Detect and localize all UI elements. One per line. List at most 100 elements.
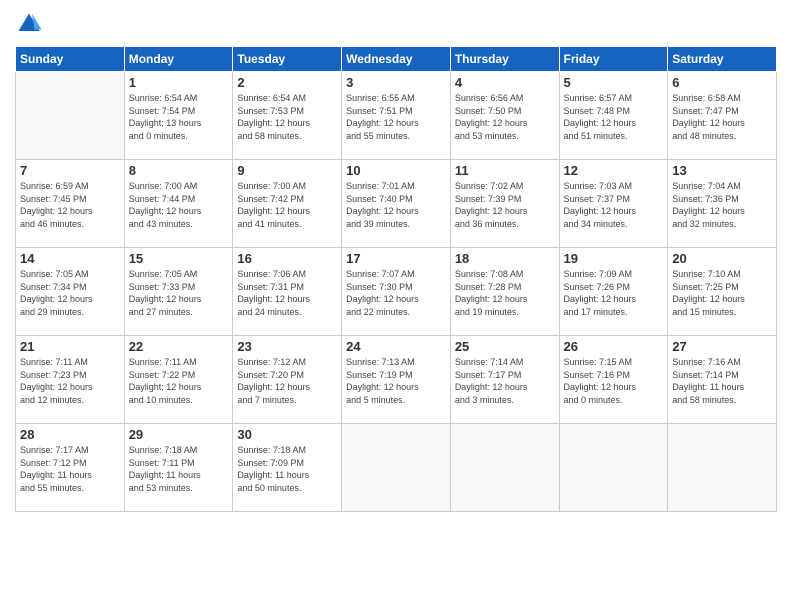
table-row: [342, 424, 451, 512]
table-row: 8Sunrise: 7:00 AM Sunset: 7:44 PM Daylig…: [124, 160, 233, 248]
table-row: 7 Sunrise: 6:59 AM Sunset: 7:45 PM Daylig…: [16, 160, 125, 248]
day-number: 5: [564, 75, 664, 90]
day-info: Sunrise: 7:00 AM Sunset: 7:44 PM Dayligh…: [129, 180, 229, 230]
week-row: 28 Sunrise: 7:17 AM Sunset: 7:12 PM Dayli…: [16, 424, 777, 512]
day-number: 14: [20, 251, 120, 266]
calendar-table: SundayMondayTuesdayWednesdayThursdayFrid…: [15, 46, 777, 512]
day-info: Sunrise: 7:02 AM Sunset: 7:39 PM Dayligh…: [455, 180, 555, 230]
table-row: [16, 72, 125, 160]
table-row: 6 Sunrise: 6:58 AM Sunset: 7:47 PM Daylig…: [668, 72, 777, 160]
week-row: 7 Sunrise: 6:59 AM Sunset: 7:45 PM Daylig…: [16, 160, 777, 248]
table-row: 16 Sunrise: 7:06 AM Sunset: 7:31 PM Dayli…: [233, 248, 342, 336]
day-number: 17: [346, 251, 446, 266]
table-row: [668, 424, 777, 512]
table-row: 13Sunrise: 7:04 AM Sunset: 7:36 PM Dayli…: [668, 160, 777, 248]
day-number: 21: [20, 339, 120, 354]
table-row: 17Sunrise: 7:07 AM Sunset: 7:30 PM Dayli…: [342, 248, 451, 336]
page-header: [15, 10, 777, 38]
table-row: 19 Sunrise: 7:09 AM Sunset: 7:26 PM Dayli…: [559, 248, 668, 336]
day-info: Sunrise: 7:03 AM Sunset: 7:37 PM Dayligh…: [564, 180, 664, 230]
day-number: 26: [564, 339, 664, 354]
day-info: Sunrise: 6:58 AM Sunset: 7:47 PM Dayligh…: [672, 92, 772, 142]
table-row: 21 Sunrise: 7:11 AM Sunset: 7:23 PM Dayli…: [16, 336, 125, 424]
day-number: 6: [672, 75, 772, 90]
weekday-header: Tuesday: [233, 47, 342, 72]
table-row: 12 Sunrise: 7:03 AM Sunset: 7:37 PM Dayli…: [559, 160, 668, 248]
table-row: 24Sunrise: 7:13 AM Sunset: 7:19 PM Dayli…: [342, 336, 451, 424]
table-row: 5 Sunrise: 6:57 AM Sunset: 7:48 PM Daylig…: [559, 72, 668, 160]
day-number: 24: [346, 339, 446, 354]
day-info: Sunrise: 6:54 AM Sunset: 7:54 PM Dayligh…: [129, 92, 229, 142]
table-row: 11Sunrise: 7:02 AM Sunset: 7:39 PM Dayli…: [450, 160, 559, 248]
table-row: 9Sunrise: 7:00 AM Sunset: 7:42 PM Daylig…: [233, 160, 342, 248]
day-info: Sunrise: 6:56 AM Sunset: 7:50 PM Dayligh…: [455, 92, 555, 142]
day-info: Sunrise: 6:59 AM Sunset: 7:45 PM Dayligh…: [20, 180, 120, 230]
day-info: Sunrise: 7:11 AM Sunset: 7:23 PM Dayligh…: [20, 356, 120, 406]
day-number: 16: [237, 251, 337, 266]
day-info: Sunrise: 7:15 AM Sunset: 7:16 PM Dayligh…: [564, 356, 664, 406]
page-container: SundayMondayTuesdayWednesdayThursdayFrid…: [0, 0, 792, 522]
day-number: 19: [564, 251, 664, 266]
day-info: Sunrise: 7:12 AM Sunset: 7:20 PM Dayligh…: [237, 356, 337, 406]
table-row: 27 Sunrise: 7:16 AM Sunset: 7:14 PM Dayli…: [668, 336, 777, 424]
day-number: 12: [564, 163, 664, 178]
day-number: 25: [455, 339, 555, 354]
table-row: 30 Sunrise: 7:18 AM Sunset: 7:09 PM Dayli…: [233, 424, 342, 512]
day-info: Sunrise: 7:18 AM Sunset: 7:09 PM Dayligh…: [237, 444, 337, 494]
table-row: 14 Sunrise: 7:05 AM Sunset: 7:34 PM Dayli…: [16, 248, 125, 336]
table-row: 28 Sunrise: 7:17 AM Sunset: 7:12 PM Dayli…: [16, 424, 125, 512]
table-row: 1 Sunrise: 6:54 AM Sunset: 7:54 PM Daylig…: [124, 72, 233, 160]
table-row: 25 Sunrise: 7:14 AM Sunset: 7:17 PM Dayli…: [450, 336, 559, 424]
weekday-header: Wednesday: [342, 47, 451, 72]
day-info: Sunrise: 7:08 AM Sunset: 7:28 PM Dayligh…: [455, 268, 555, 318]
day-number: 22: [129, 339, 229, 354]
day-info: Sunrise: 7:17 AM Sunset: 7:12 PM Dayligh…: [20, 444, 120, 494]
day-info: Sunrise: 6:57 AM Sunset: 7:48 PM Dayligh…: [564, 92, 664, 142]
day-info: Sunrise: 7:09 AM Sunset: 7:26 PM Dayligh…: [564, 268, 664, 318]
week-row: 14 Sunrise: 7:05 AM Sunset: 7:34 PM Dayli…: [16, 248, 777, 336]
day-info: Sunrise: 6:54 AM Sunset: 7:53 PM Dayligh…: [237, 92, 337, 142]
day-info: Sunrise: 7:14 AM Sunset: 7:17 PM Dayligh…: [455, 356, 555, 406]
header-row: SundayMondayTuesdayWednesdayThursdayFrid…: [16, 47, 777, 72]
weekday-header: Monday: [124, 47, 233, 72]
table-row: [559, 424, 668, 512]
week-row: 1 Sunrise: 6:54 AM Sunset: 7:54 PM Daylig…: [16, 72, 777, 160]
day-number: 30: [237, 427, 337, 442]
day-number: 13: [672, 163, 772, 178]
week-row: 21 Sunrise: 7:11 AM Sunset: 7:23 PM Dayli…: [16, 336, 777, 424]
table-row: 23Sunrise: 7:12 AM Sunset: 7:20 PM Dayli…: [233, 336, 342, 424]
day-number: 15: [129, 251, 229, 266]
weekday-header: Friday: [559, 47, 668, 72]
table-row: 29 Sunrise: 7:18 AM Sunset: 7:11 PM Dayli…: [124, 424, 233, 512]
day-number: 28: [20, 427, 120, 442]
weekday-header: Saturday: [668, 47, 777, 72]
table-row: 26 Sunrise: 7:15 AM Sunset: 7:16 PM Dayli…: [559, 336, 668, 424]
logo-icon: [15, 10, 43, 38]
day-number: 1: [129, 75, 229, 90]
day-info: Sunrise: 7:11 AM Sunset: 7:22 PM Dayligh…: [129, 356, 229, 406]
day-info: Sunrise: 7:16 AM Sunset: 7:14 PM Dayligh…: [672, 356, 772, 406]
table-row: 20Sunrise: 7:10 AM Sunset: 7:25 PM Dayli…: [668, 248, 777, 336]
table-row: 3Sunrise: 6:55 AM Sunset: 7:51 PM Daylig…: [342, 72, 451, 160]
table-row: 2 Sunrise: 6:54 AM Sunset: 7:53 PM Daylig…: [233, 72, 342, 160]
day-info: Sunrise: 7:01 AM Sunset: 7:40 PM Dayligh…: [346, 180, 446, 230]
table-row: [450, 424, 559, 512]
day-info: Sunrise: 6:55 AM Sunset: 7:51 PM Dayligh…: [346, 92, 446, 142]
day-number: 9: [237, 163, 337, 178]
day-number: 10: [346, 163, 446, 178]
table-row: 15 Sunrise: 7:05 AM Sunset: 7:33 PM Dayli…: [124, 248, 233, 336]
table-row: 10 Sunrise: 7:01 AM Sunset: 7:40 PM Dayli…: [342, 160, 451, 248]
day-info: Sunrise: 7:06 AM Sunset: 7:31 PM Dayligh…: [237, 268, 337, 318]
day-number: 4: [455, 75, 555, 90]
weekday-header: Thursday: [450, 47, 559, 72]
day-info: Sunrise: 7:05 AM Sunset: 7:33 PM Dayligh…: [129, 268, 229, 318]
day-info: Sunrise: 7:10 AM Sunset: 7:25 PM Dayligh…: [672, 268, 772, 318]
day-number: 27: [672, 339, 772, 354]
day-info: Sunrise: 7:05 AM Sunset: 7:34 PM Dayligh…: [20, 268, 120, 318]
table-row: 18Sunrise: 7:08 AM Sunset: 7:28 PM Dayli…: [450, 248, 559, 336]
day-number: 2: [237, 75, 337, 90]
table-row: 22 Sunrise: 7:11 AM Sunset: 7:22 PM Dayli…: [124, 336, 233, 424]
day-info: Sunrise: 7:18 AM Sunset: 7:11 PM Dayligh…: [129, 444, 229, 494]
day-number: 29: [129, 427, 229, 442]
day-number: 7: [20, 163, 120, 178]
